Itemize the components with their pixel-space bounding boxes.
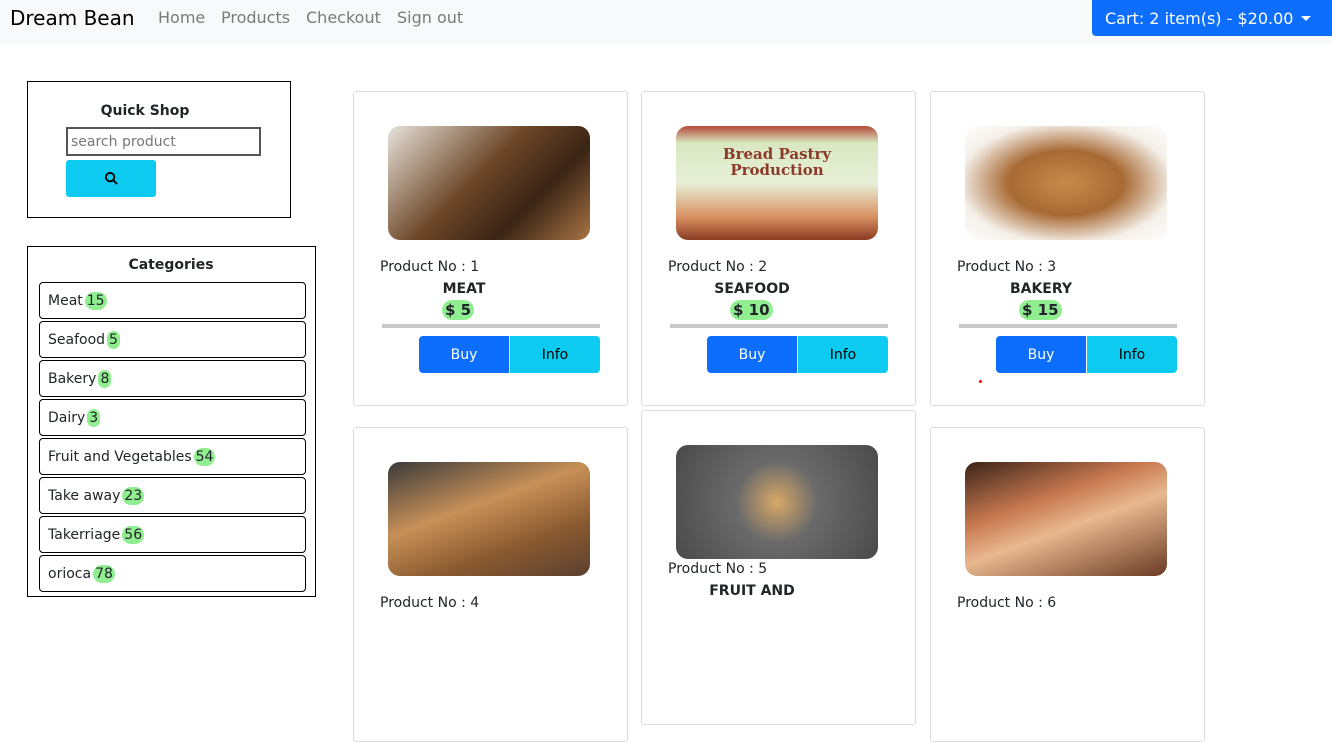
product-card: Bread Pastry Production Product No : 2 SEA… [641,91,916,406]
product-image[interactable] [965,126,1167,240]
nav-home[interactable]: Home [158,8,205,27]
product-number: Product No : 3 [957,259,1057,275]
info-button[interactable]: Info [1087,336,1177,373]
divider [959,324,1177,328]
category-count-badge: 56 [122,525,145,544]
info-button[interactable]: Info [798,336,888,373]
caret-down-icon [1301,15,1312,21]
category-item[interactable]: Takerriage 56 [39,516,306,553]
product-image-text: Bread Pastry Production [722,145,832,179]
categories-title: Categories [128,257,214,273]
red-dot [979,380,982,383]
product-price-badge: $ 10 [730,300,773,320]
product-number: Product No : 5 [668,561,768,577]
product-number: Product No : 1 [380,259,480,275]
product-number: Product No : 6 [957,595,1057,611]
info-button[interactable]: Info [510,336,600,373]
quick-shop-title: Quick Shop [100,103,190,119]
buy-button[interactable]: Buy [419,336,509,373]
category-count-badge: 78 [93,564,115,583]
product-name: FRUIT AND [709,583,795,599]
category-item[interactable]: Seafood 5 [39,321,306,358]
product-image[interactable] [388,126,590,240]
buy-button[interactable]: Buy [996,336,1086,373]
category-item[interactable]: Take away 23 [39,477,306,514]
category-count-badge: 8 [98,369,112,388]
product-price-badge: $ 15 [1019,300,1062,320]
search-input[interactable] [66,127,261,156]
product-card: Product No : 1 MEAT $ 5 Buy Info [353,91,628,406]
category-label: Meat [48,292,83,309]
cart-dropdown-button[interactable]: Cart: 2 item(s) - $20.00 [1092,0,1332,36]
product-image[interactable]: Bread Pastry Production [676,126,878,240]
category-item[interactable]: Dairy 3 [39,399,306,436]
search-button[interactable] [66,160,156,197]
category-item[interactable]: Bakery 8 [39,360,306,397]
nav-products[interactable]: Products [221,8,290,27]
product-name: BAKERY [1009,281,1073,297]
divider [382,324,600,328]
search-icon [104,171,118,185]
category-count-badge: 54 [193,447,216,466]
product-card: Product No : 4 [353,427,628,742]
product-number: Product No : 2 [668,259,768,275]
product-number: Product No : 4 [380,595,480,611]
category-label: Bakery [48,370,97,387]
category-label: Seafood [48,331,106,348]
cart-label: Cart: 2 item(s) - $20.00 [1105,8,1294,28]
product-price-badge: $ 5 [442,300,475,320]
category-label: Take away [48,487,121,504]
category-item[interactable]: Meat 15 [39,282,306,319]
category-label: Fruit and Vegetables [48,448,192,465]
category-count-badge: 15 [84,291,107,310]
product-name: SEAFOOD [714,281,790,297]
buy-button[interactable]: Buy [707,336,797,373]
category-count-badge: 3 [87,408,101,427]
nav-checkout[interactable]: Checkout [306,8,381,27]
category-count-badge: 5 [107,330,120,349]
divider [670,324,888,328]
category-label: orioca [48,565,92,582]
product-name: MEAT [442,281,486,297]
brand-logo[interactable]: Dream Bean [10,6,135,30]
product-card: Product No : 3 BAKERY $ 15 Buy Info [930,91,1205,406]
product-card: Product No : 5 FRUIT AND [641,410,916,725]
category-label: Dairy [48,409,86,426]
product-image[interactable] [965,462,1167,576]
product-image[interactable] [676,445,878,559]
nav-sign-out[interactable]: Sign out [397,8,463,27]
navbar: Dream Bean Home Products Checkout Sign o… [0,0,1332,44]
category-count-badge: 23 [122,486,145,505]
product-card: Product No : 6 [930,427,1205,742]
category-item[interactable]: Fruit and Vegetables 54 [39,438,306,475]
category-label: Takerriage [48,526,121,543]
product-image[interactable] [388,462,590,576]
category-item[interactable]: orioca 78 [39,555,306,592]
